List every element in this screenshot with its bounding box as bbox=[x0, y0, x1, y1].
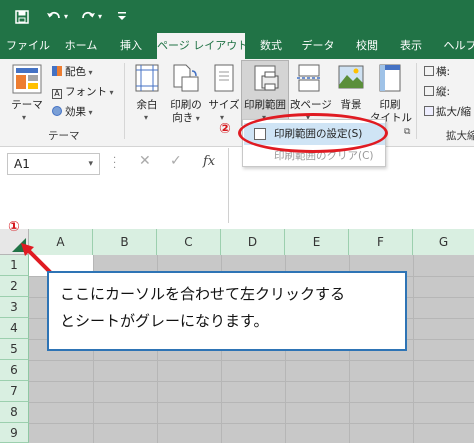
column-header-g[interactable]: G bbox=[413, 229, 474, 255]
print-area-label: 印刷範囲 bbox=[244, 99, 286, 111]
height-icon bbox=[424, 86, 434, 96]
undo-dropdown-chevron-icon[interactable]: ▾ bbox=[64, 0, 68, 33]
width-label: 横: bbox=[436, 66, 451, 78]
scale-row[interactable]: 拡大/縮 bbox=[424, 104, 471, 119]
quick-access-toolbar: ▾ ▾ bbox=[0, 0, 474, 33]
grid-line bbox=[29, 360, 474, 361]
breaks-button[interactable]: 改ページ bbox=[290, 97, 332, 112]
orientation-chevron-down-icon: ▾ bbox=[193, 114, 200, 123]
column-header-b[interactable]: B bbox=[93, 229, 157, 255]
tab-page-layout[interactable]: ページ レイアウト bbox=[157, 33, 248, 60]
tab-insert[interactable]: 挿入 bbox=[114, 33, 148, 59]
grid-line bbox=[29, 423, 474, 424]
cancel-icon[interactable]: ✕ bbox=[139, 153, 151, 169]
column-header-c[interactable]: C bbox=[157, 229, 221, 255]
orientation-icon[interactable] bbox=[172, 63, 200, 97]
breaks-icon[interactable] bbox=[296, 63, 324, 97]
row-header-9[interactable]: 9 bbox=[0, 423, 29, 443]
instruction-callout: ここにカーソルを合わせて左クリックする とシートがグレーになります。 bbox=[47, 271, 407, 351]
row-header-6[interactable]: 6 bbox=[0, 360, 29, 381]
fonts-button[interactable]: A フォント ▾ bbox=[52, 84, 114, 99]
scale-icon bbox=[424, 106, 434, 116]
insert-function-icon[interactable]: fx bbox=[203, 154, 215, 169]
row-header-3[interactable]: 3 bbox=[0, 297, 29, 318]
scale-width-row[interactable]: 横: bbox=[424, 64, 450, 79]
formula-bar-resize-handle[interactable]: · · · bbox=[113, 154, 117, 174]
orientation-label-line2[interactable]: 向き ▾ bbox=[166, 110, 206, 125]
print-area-icon[interactable] bbox=[252, 63, 280, 97]
row-header-4[interactable]: 4 bbox=[0, 318, 29, 339]
ribbon: テーマ ▾ 配色 ▾ A フォント ▾ 効果 ▾ テーマ 余白 ▾ 印刷の 向き… bbox=[0, 59, 474, 147]
height-label: 縦: bbox=[436, 86, 451, 98]
name-box[interactable]: A1 ▾ bbox=[7, 153, 100, 175]
fonts-chevron-down-icon: ▾ bbox=[107, 88, 114, 97]
orientation-label-text: 向き bbox=[172, 112, 194, 124]
step-marker-two: ② bbox=[219, 121, 231, 137]
tab-data[interactable]: データ bbox=[297, 33, 339, 59]
fonts-icon: A bbox=[52, 89, 62, 99]
ribbon-separator bbox=[124, 63, 125, 139]
undo-icon[interactable] bbox=[46, 0, 62, 33]
column-header-f[interactable]: F bbox=[349, 229, 413, 255]
margins-chevron-down-icon[interactable]: ▾ bbox=[144, 111, 148, 123]
theme-icon[interactable] bbox=[12, 64, 42, 98]
colors-icon bbox=[52, 66, 62, 76]
row-header-5[interactable]: 5 bbox=[0, 339, 29, 360]
margins-icon[interactable] bbox=[135, 64, 159, 96]
colors-chevron-down-icon: ▾ bbox=[86, 68, 93, 77]
colors-button[interactable]: 配色 ▾ bbox=[52, 64, 93, 79]
save-icon[interactable] bbox=[15, 0, 29, 33]
scale-group-label: 拡大縮 bbox=[446, 130, 474, 142]
page-setup-dialog-launcher-icon[interactable]: ⧉ bbox=[404, 127, 410, 137]
grid-line bbox=[29, 402, 474, 403]
print-titles-icon[interactable] bbox=[376, 63, 404, 97]
effects-label: 効果 bbox=[65, 106, 86, 118]
background-icon[interactable] bbox=[337, 63, 365, 97]
effects-icon bbox=[52, 106, 62, 116]
grid-line bbox=[29, 381, 474, 382]
tab-home[interactable]: ホーム bbox=[58, 33, 104, 59]
column-header-e[interactable]: E bbox=[285, 229, 349, 255]
tab-formulas[interactable]: 数式 bbox=[254, 33, 288, 59]
callout-line-2: とシートがグレーになります。 bbox=[60, 312, 269, 330]
grid-line bbox=[413, 255, 414, 443]
tab-view[interactable]: 表示 bbox=[394, 33, 428, 59]
name-box-value: A1 bbox=[14, 157, 30, 171]
size-button[interactable]: サイズ bbox=[207, 97, 241, 112]
enter-icon[interactable]: ✓ bbox=[170, 153, 182, 169]
row-header-7[interactable]: 7 bbox=[0, 381, 29, 402]
tab-file[interactable]: ファイル bbox=[6, 33, 50, 59]
effects-chevron-down-icon: ▾ bbox=[86, 108, 93, 117]
background-button[interactable]: 背景 bbox=[333, 97, 369, 112]
colors-label: 配色 bbox=[65, 66, 86, 78]
column-header-d[interactable]: D bbox=[221, 229, 285, 255]
theme-button[interactable]: テーマ bbox=[6, 97, 48, 112]
ribbon-separator bbox=[416, 63, 417, 139]
margins-button[interactable]: 余白 bbox=[132, 97, 162, 112]
highlight-ellipse bbox=[238, 113, 388, 153]
row-header-8[interactable]: 8 bbox=[0, 402, 29, 423]
customize-qat-icon[interactable] bbox=[118, 0, 126, 33]
name-box-chevron-down-icon[interactable]: ▾ bbox=[88, 154, 93, 174]
step-marker-one: ① bbox=[8, 219, 20, 235]
scale-height-row[interactable]: 縦: bbox=[424, 84, 450, 99]
tab-help[interactable]: ヘルプ bbox=[438, 33, 474, 59]
redo-icon[interactable] bbox=[80, 0, 96, 33]
effects-button[interactable]: 効果 ▾ bbox=[52, 104, 93, 119]
redo-dropdown-chevron-icon[interactable]: ▾ bbox=[98, 0, 102, 33]
theme-group-label: テーマ bbox=[48, 130, 80, 142]
fonts-label: フォント bbox=[65, 86, 107, 98]
theme-chevron-down-icon[interactable]: ▾ bbox=[22, 111, 26, 123]
size-icon[interactable] bbox=[212, 64, 236, 96]
ribbon-tab-bar: ファイル ホーム 挿入 ページ レイアウト 数式 データ 校閲 表示 ヘルプ bbox=[0, 33, 474, 60]
callout-line-1: ここにカーソルを合わせて左クリックする bbox=[60, 285, 346, 303]
excel-window: ▾ ▾ ファイル ホーム 挿入 ページ レイアウト 数式 データ 校閲 表示 ヘ… bbox=[0, 0, 474, 443]
tab-review[interactable]: 校閲 bbox=[350, 33, 384, 59]
width-icon bbox=[424, 66, 434, 76]
scale-label: 拡大/縮 bbox=[436, 106, 472, 118]
